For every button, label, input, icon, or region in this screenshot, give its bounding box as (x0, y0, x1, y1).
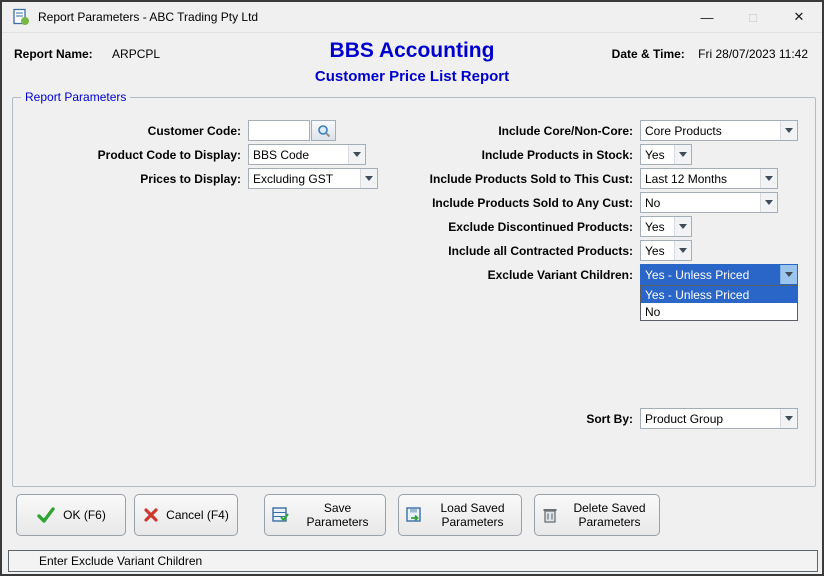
variant-children-row: Exclude Variant Children: Yes - Unless P… (243, 264, 798, 285)
in-stock-row: Include Products in Stock: Yes (243, 144, 692, 165)
window-title: Report Parameters - ABC Trading Pty Ltd (38, 10, 258, 24)
app-icon (12, 8, 30, 26)
cancel-button-label: Cancel (F4) (166, 508, 229, 522)
chevron-down-icon (765, 200, 773, 205)
chevron-down-icon (785, 128, 793, 133)
combobox-value: Yes (641, 145, 674, 164)
save-parameters-label: Save Parameters (296, 501, 379, 530)
combobox-value: Yes - Unless Priced (641, 265, 780, 284)
chevron-down-icon (679, 248, 687, 253)
report-title-text: Customer Price List Report (2, 68, 822, 85)
contracted-products-combobox[interactable]: Yes (640, 240, 692, 261)
dropdown-option-yes-unless-priced[interactable]: Yes - Unless Priced (641, 286, 797, 303)
combo-dropdown-button[interactable] (780, 121, 797, 140)
prices-label: Prices to Display: (17, 172, 241, 186)
combo-dropdown-button[interactable] (760, 193, 777, 212)
combobox-value: Product Group (641, 409, 780, 428)
in-stock-label: Include Products in Stock: (243, 148, 633, 162)
report-parameters-window: Report Parameters - ABC Trading Pty Ltd … (0, 0, 824, 576)
exclude-discontinued-combobox[interactable]: Yes (640, 216, 692, 237)
sort-by-row: Sort By: Product Group (243, 408, 798, 429)
combobox-value: Yes (641, 241, 674, 260)
ok-button-label: OK (F6) (63, 508, 106, 522)
discontinued-label: Exclude Discontinued Products: (243, 220, 633, 234)
combo-dropdown-button[interactable] (674, 241, 691, 260)
include-core-combobox[interactable]: Core Products (640, 120, 798, 141)
delete-icon (541, 506, 559, 524)
load-saved-parameters-label: Load Saved Parameters (430, 501, 515, 530)
sort-by-combobox[interactable]: Product Group (640, 408, 798, 429)
contracted-row: Include all Contracted Products: Yes (243, 240, 692, 261)
status-bar: Enter Exclude Variant Children (8, 550, 818, 572)
combobox-value: No (641, 193, 760, 212)
combobox-value: Core Products (641, 121, 780, 140)
sold-this-cust-label: Include Products Sold to This Cust: (243, 172, 633, 186)
discontinued-row: Exclude Discontinued Products: Yes (243, 216, 692, 237)
sold-any-cust-label: Include Products Sold to Any Cust: (243, 196, 633, 210)
save-icon (271, 506, 289, 524)
chevron-down-icon (765, 176, 773, 181)
cancel-button[interactable]: Cancel (F4) (134, 494, 238, 536)
delete-saved-parameters-label: Delete Saved Parameters (566, 501, 653, 530)
customer-code-label: Customer Code: (17, 124, 241, 138)
combo-dropdown-button[interactable] (674, 217, 691, 236)
load-saved-parameters-button[interactable]: Load Saved Parameters (398, 494, 522, 536)
sold-this-cust-row: Include Products Sold to This Cust: Last… (243, 168, 778, 189)
combobox-value: Last 12 Months (641, 169, 760, 188)
chevron-down-icon (679, 152, 687, 157)
combobox-value: Yes (641, 217, 674, 236)
product-code-label: Product Code to Display: (17, 148, 241, 162)
status-text: Enter Exclude Variant Children (39, 554, 202, 568)
sold-this-cust-combobox[interactable]: Last 12 Months (640, 168, 778, 189)
variant-children-combobox[interactable]: Yes - Unless Priced (640, 264, 798, 285)
datetime-value: Fri 28/07/2023 11:42 (698, 47, 808, 61)
delete-saved-parameters-button[interactable]: Delete Saved Parameters (534, 494, 660, 536)
contracted-label: Include all Contracted Products: (243, 244, 633, 258)
combo-dropdown-button[interactable] (780, 409, 797, 428)
close-button[interactable]: ✕ (776, 2, 822, 32)
dropdown-option-no[interactable]: No (641, 303, 797, 320)
sold-any-cust-combobox[interactable]: No (640, 192, 778, 213)
chevron-down-icon (785, 416, 793, 421)
cancel-x-icon (143, 507, 159, 523)
sort-by-label: Sort By: (243, 412, 633, 426)
window-controls: — □ ✕ (684, 2, 822, 32)
minimize-button[interactable]: — (684, 2, 730, 32)
save-parameters-button[interactable]: Save Parameters (264, 494, 386, 536)
load-icon (405, 506, 423, 524)
sold-any-cust-row: Include Products Sold to Any Cust: No (243, 192, 778, 213)
datetime: Date & Time: Fri 28/07/2023 11:42 (612, 47, 808, 61)
group-label: Report Parameters (21, 90, 130, 104)
include-core-row: Include Core/Non-Core: Core Products (243, 120, 798, 141)
variant-children-dropdown-list: Yes - Unless Priced No (640, 285, 798, 321)
combo-dropdown-button[interactable] (760, 169, 777, 188)
combo-dropdown-button[interactable] (674, 145, 691, 164)
combo-dropdown-button[interactable] (780, 265, 797, 284)
products-in-stock-combobox[interactable]: Yes (640, 144, 692, 165)
variant-children-label: Exclude Variant Children: (243, 268, 633, 282)
ok-button[interactable]: OK (F6) (16, 494, 126, 536)
ok-check-icon (36, 505, 56, 525)
chevron-down-icon (679, 224, 687, 229)
datetime-label: Date & Time: (612, 47, 685, 61)
chevron-down-icon (785, 272, 793, 277)
maximize-button[interactable]: □ (730, 2, 776, 32)
include-core-label: Include Core/Non-Core: (243, 124, 633, 138)
titlebar: Report Parameters - ABC Trading Pty Ltd … (2, 2, 822, 33)
report-parameters-group: Report Parameters Customer Code: Product… (12, 97, 816, 487)
